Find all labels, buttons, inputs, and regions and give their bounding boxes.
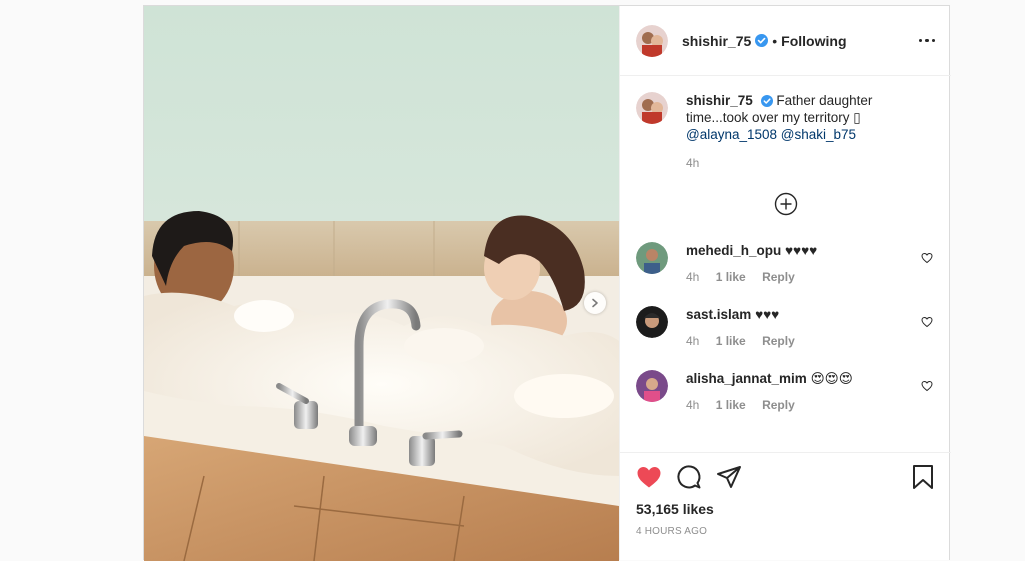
comment-time[interactable]: 4h <box>686 334 699 348</box>
comment-text: ♥♥♥♥ <box>785 243 818 258</box>
comment-text: 😍😍😍 <box>810 371 853 386</box>
comment-likes[interactable]: 1 like <box>716 398 746 412</box>
post-card: shishir_75 • Following shishir_75 Father… <box>143 5 951 561</box>
author-username[interactable]: shishir_75 <box>682 33 751 49</box>
comments-list: shishir_75 Father daughter time...took o… <box>620 76 951 452</box>
comment-text: ♥♥♥ <box>755 307 780 322</box>
reply-button[interactable]: Reply <box>762 398 795 412</box>
heart-filled-icon[interactable] <box>636 465 662 489</box>
comment-likes[interactable]: 1 like <box>716 270 746 284</box>
comment-button[interactable] <box>676 464 702 490</box>
like-comment-heart-icon[interactable] <box>921 252 933 264</box>
load-more-comments[interactable] <box>636 192 935 216</box>
save-button[interactable] <box>911 464 935 490</box>
mention-link[interactable]: @alayna_1508 <box>686 127 777 142</box>
like-comment-heart-icon[interactable] <box>921 316 933 328</box>
next-photo-button[interactable] <box>584 292 606 314</box>
like-button[interactable] <box>636 465 662 489</box>
comment-bubble-icon[interactable] <box>676 464 702 490</box>
more-options-icon[interactable] <box>918 38 935 43</box>
caption-time[interactable]: 4h <box>686 156 699 170</box>
comment-item: alisha_jannat_mim 😍😍😍 4h 1 like Reply <box>636 370 935 414</box>
reply-button[interactable]: Reply <box>762 334 795 348</box>
comment-likes[interactable]: 1 like <box>716 334 746 348</box>
commenter-avatar[interactable] <box>636 242 668 274</box>
post-actions: 53,165 likes 4 HOURS AGO <box>620 452 951 560</box>
author-avatar[interactable] <box>636 24 668 57</box>
verified-badge-icon <box>755 34 769 47</box>
post-photo[interactable] <box>144 6 619 561</box>
comment-username[interactable]: alisha_jannat_mim <box>686 371 807 386</box>
mention-link[interactable]: @shaki_b75 <box>781 127 856 142</box>
paper-plane-icon[interactable] <box>716 465 742 489</box>
header-separator: • <box>772 32 778 49</box>
like-comment-heart-icon[interactable] <box>921 380 933 392</box>
plus-circle-icon[interactable] <box>774 192 798 216</box>
caption: shishir_75 Father daughter time...took o… <box>636 92 935 172</box>
caption-username[interactable]: shishir_75 <box>686 93 753 108</box>
chevron-right-icon <box>592 298 598 308</box>
following-button[interactable]: Following <box>781 33 846 49</box>
post-side-panel: shishir_75 • Following shishir_75 Father… <box>619 6 951 560</box>
comment-time[interactable]: 4h <box>686 398 699 412</box>
commenter-avatar[interactable] <box>636 306 668 338</box>
bathtub-photo <box>144 6 619 561</box>
commenter-avatar[interactable] <box>636 370 668 402</box>
comment-item: sast.islam ♥♥♥ 4h 1 like Reply <box>636 306 935 350</box>
comment-username[interactable]: sast.islam <box>686 307 751 322</box>
comment-item: mehedi_h_opu ♥♥♥♥ 4h 1 like Reply <box>636 242 935 286</box>
comment-time[interactable]: 4h <box>686 270 699 284</box>
comment-username[interactable]: mehedi_h_opu <box>686 243 781 258</box>
caption-avatar[interactable] <box>636 92 668 124</box>
reply-button[interactable]: Reply <box>762 270 795 284</box>
post-header: shishir_75 • Following <box>620 6 951 76</box>
verified-badge-icon <box>760 95 773 108</box>
likes-count[interactable]: 53,165 likes <box>636 501 935 517</box>
share-button[interactable] <box>716 465 742 489</box>
bookmark-icon[interactable] <box>911 464 935 490</box>
post-timestamp[interactable]: 4 HOURS AGO <box>636 526 935 537</box>
